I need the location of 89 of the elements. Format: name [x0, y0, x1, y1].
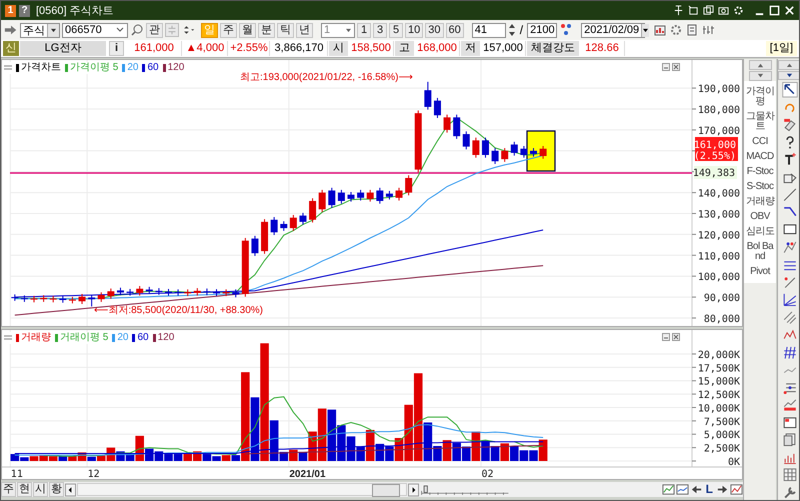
indicator-item[interactable]: MACD — [744, 152, 776, 162]
axis-label: 0K — [728, 457, 740, 468]
indicator-item[interactable]: CCI — [744, 137, 776, 147]
view-tab[interactable]: 시 — [33, 482, 48, 497]
axis-label: 7,500K — [704, 416, 740, 428]
quote-label: 체결강도 — [527, 41, 579, 56]
watch-button[interactable]: 관 — [146, 22, 163, 38]
legend-label: 20 — [127, 62, 138, 74]
interval-button[interactable]: 60 — [446, 22, 464, 38]
axis-label: 140,000 — [698, 188, 740, 200]
indicator-item[interactable]: S-Stoc — [744, 182, 776, 192]
indicator-item[interactable]: 가격이평 — [744, 87, 776, 107]
interval-button[interactable]: 30 — [425, 22, 444, 38]
last-button[interactable]: L — [704, 483, 715, 496]
interval-button[interactable]: 3 — [373, 22, 387, 38]
axis-label: 190,000 — [698, 84, 740, 96]
period-tab[interactable]: 월 — [239, 22, 256, 38]
legend-label: 가격이평 5 — [70, 62, 118, 74]
period-tab[interactable]: 년 — [296, 22, 313, 38]
quote-value: 168,000 — [415, 41, 460, 56]
code-field[interactable]: 066570 — [62, 22, 128, 38]
axis-label: 120,000 — [698, 230, 740, 242]
current-price-label: 161,000 (2.55%) — [694, 137, 738, 162]
indicator-item[interactable]: 심리도 — [744, 227, 776, 237]
period-label: [1일] — [766, 41, 797, 56]
interval-button[interactable]: 10 — [405, 22, 424, 38]
stock-name: LG전자 — [20, 41, 106, 56]
window-title: [0560] 주식차트 — [36, 4, 114, 18]
interval-select[interactable]: 1 — [321, 22, 355, 38]
quote-value: 158,500 — [349, 41, 394, 56]
axis-label: 100,000 — [698, 272, 740, 284]
market-select[interactable]: 주식 — [20, 22, 60, 38]
high-price-note: 최고:193,000(2021/01/22, -16.58%)⟶ — [240, 72, 413, 83]
low-price-note: ⟵최저:85,500(2020/11/30, +88.30%) — [94, 305, 263, 316]
legend-label: 60 — [137, 332, 149, 344]
view-tab[interactable]: 주 — [1, 482, 16, 497]
axis-label: 02 — [481, 469, 494, 479]
quote-label: 고 — [395, 41, 414, 56]
legend-label: 120 — [158, 332, 174, 344]
axis-label: 170,000 — [698, 126, 740, 137]
total-field[interactable]: 2100 — [527, 22, 558, 38]
axis-label: 11 — [10, 469, 23, 479]
period-tab[interactable]: 틱 — [277, 22, 294, 38]
period-tab[interactable]: 주 — [220, 22, 237, 38]
indicator-item[interactable]: 그물차트 — [744, 112, 776, 132]
separator: / — [520, 23, 524, 37]
view-tab[interactable]: 현 — [17, 482, 32, 497]
quote-value: 161,000 — [127, 41, 182, 56]
indicator-item[interactable]: 거래량 — [744, 197, 776, 207]
indicator-item[interactable]: OBV — [744, 212, 776, 222]
price-line-label: 149,383 — [692, 166, 737, 179]
help-button[interactable]: ? — [19, 4, 30, 16]
axis-label: 110,000 — [698, 251, 740, 262]
quote-value: +2.55% — [229, 41, 270, 56]
axis-label: 180,000 — [698, 105, 740, 116]
quote-value: 157,000 — [481, 41, 526, 56]
legend-label: 120 — [168, 62, 184, 74]
quote-value: ▲4,000 — [183, 41, 228, 56]
indicator-item[interactable]: Bol Band — [744, 242, 776, 262]
axis-label: 2021/01 — [289, 469, 326, 479]
stock-tag: 신 — [3, 41, 19, 56]
view-tab[interactable]: 황 — [49, 482, 64, 497]
interval-button[interactable]: 5 — [389, 22, 403, 38]
axis-label: 130,000 — [698, 210, 740, 220]
axis-label: 90,000 — [704, 293, 740, 304]
axis-label: 5,000K — [704, 430, 740, 442]
axis-label: 12 — [88, 469, 100, 479]
period-tab[interactable]: 분 — [258, 22, 275, 38]
indicator-item[interactable]: Pivot — [744, 267, 776, 277]
count-field[interactable]: 41 — [472, 22, 506, 38]
quote-value: 3,866,170 — [271, 41, 328, 56]
quote-value: 128.66 — [580, 41, 625, 56]
quote-label: 시 — [329, 41, 348, 56]
indicator-item[interactable]: F-Stoc — [744, 167, 776, 177]
axis-label: 10,000K — [698, 404, 740, 414]
axis-label: 80,000 — [704, 314, 740, 325]
info-button[interactable]: i — [109, 41, 124, 56]
axis-label: 2,500K — [704, 444, 740, 455]
axis-label: 12,500K — [698, 390, 740, 402]
quote-label: 저 — [461, 41, 480, 56]
axis-label: 17,500K — [698, 363, 740, 374]
legend-label: 거래이평 5 — [60, 332, 108, 344]
axis-label: 15,000K — [698, 376, 740, 388]
legend-label: 20 — [117, 332, 128, 344]
legend-label: 거래량 — [21, 332, 51, 344]
legend-label: 가격차트 — [21, 62, 61, 74]
axis-label: 20,000K — [698, 350, 740, 361]
legend-label: 60 — [147, 62, 159, 74]
interval-button[interactable]: 1 — [357, 22, 371, 38]
